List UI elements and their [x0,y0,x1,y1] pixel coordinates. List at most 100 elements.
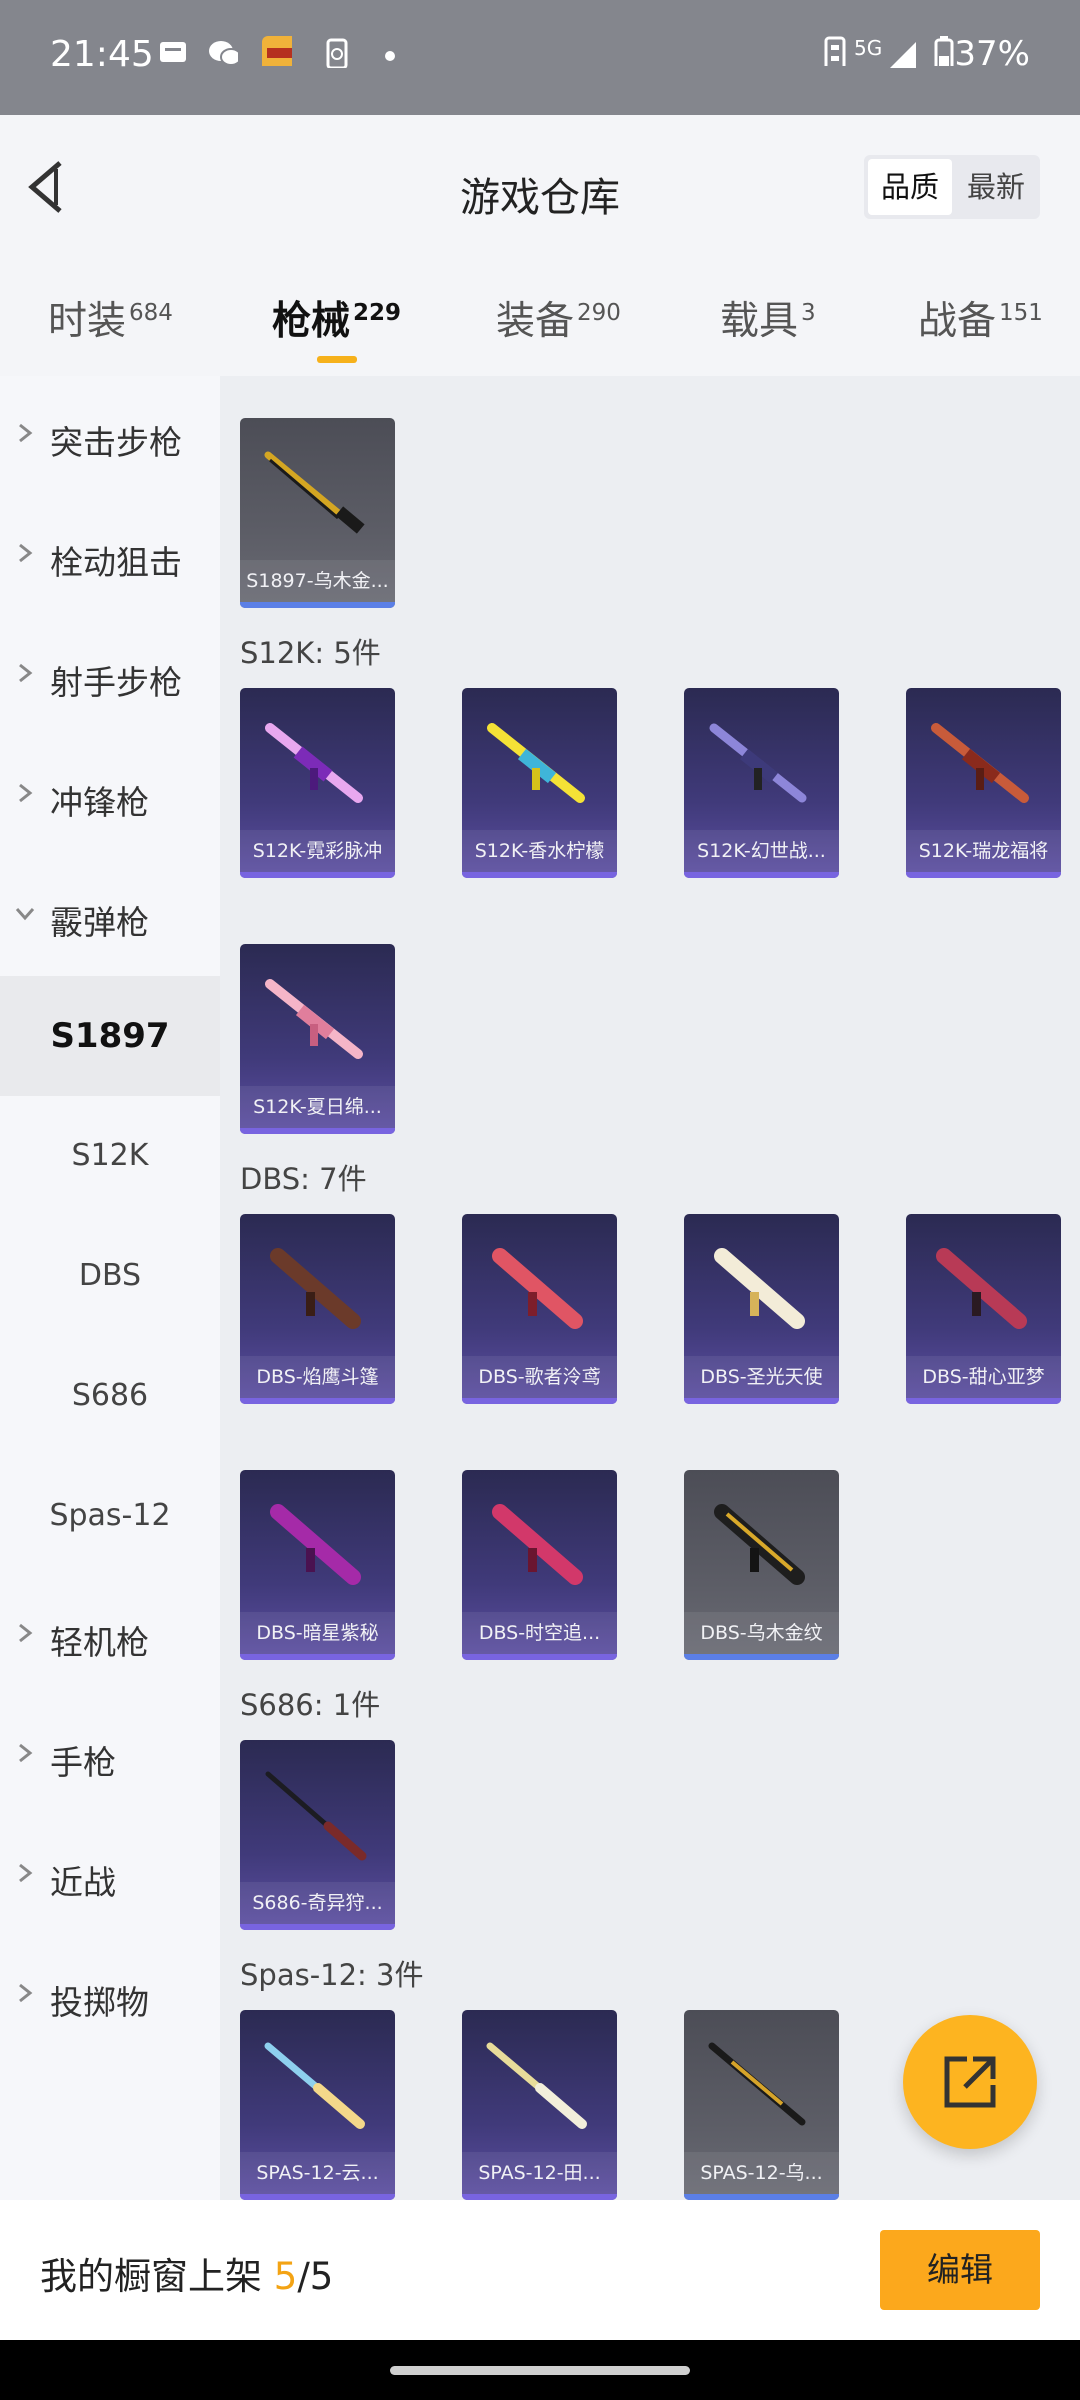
weapon-card[interactable]: SPAS-12-乌... [684,2010,839,2200]
sort-newest-button[interactable]: 最新 [954,159,1038,215]
chevron-right-icon [19,1983,33,2003]
sidebar-sub-spas12[interactable]: Spas-12 [0,1456,220,1576]
tab-guns[interactable]: 枪械 229 [272,290,402,363]
weapon-name: S12K-夏日绵... [240,1086,395,1128]
rifle-icon [487,723,585,803]
weapon-name: S12K-香水柠檬 [462,830,617,872]
weapon-card[interactable]: S1897-乌木金... [240,418,395,608]
weapon-grid: S1897-乌木金... S12K: 5件 S12K-霓彩脉冲 S12K-香水柠… [220,376,1080,2200]
sort-quality-button[interactable]: 品质 [868,159,952,215]
shotgun-icon [708,2042,806,2126]
sidebar-sub-s1897[interactable]: S1897 [0,976,220,1096]
weapon-card[interactable]: DBS-暗星紫秘 [240,1470,395,1660]
sidebar-item-pistol[interactable]: 手枪 [0,1696,220,1816]
weapon-card[interactable]: DBS-圣光天使 [684,1214,839,1404]
sidebar-item-label: 射手步枪 [50,663,182,702]
weapon-card[interactable]: S686-奇异狩... [240,1740,395,1930]
chevron-right-icon [19,1623,33,1643]
sidebar-item-throwable[interactable]: 投掷物 [0,1936,220,2056]
weapon-name: SPAS-12-云... [240,2152,395,2194]
weapon-card[interactable]: S12K-幻世战... [684,688,839,878]
group-title-s686: S686: 1件 [240,1688,381,1722]
weapon-card[interactable]: DBS-焰鹰斗篷 [240,1214,395,1404]
weapon-card[interactable]: S12K-瑞龙福将 [906,688,1061,878]
weapon-card[interactable]: DBS-甜心亚梦 [906,1214,1061,1404]
rarity-bar [462,872,617,878]
weapon-name: SPAS-12-乌... [684,2152,839,2194]
vibrate-icon [824,36,846,66]
rarity-bar [462,1654,617,1660]
sidebar-item-lmg[interactable]: 轻机枪 [0,1576,220,1696]
sidebar-sub-s12k[interactable]: S12K [0,1096,220,1216]
weapon-card[interactable]: DBS-歌者泠鸢 [462,1214,617,1404]
shotgun-icon [264,451,365,534]
rarity-bar [240,872,395,878]
weapon-card[interactable]: S12K-夏日绵... [240,944,395,1134]
group-title-dbs: DBS: 7件 [240,1162,367,1196]
sidebar-item-label: 轻机枪 [50,1623,149,1662]
tab-fashion[interactable]: 时装 684 [48,290,173,346]
shotgun-icon [264,2042,365,2129]
showcase-label: 我的橱窗上架 [40,2255,262,2298]
sidebar-item-label: 霰弹枪 [50,903,149,942]
chevron-right-icon [19,423,33,443]
shotgun-icon [486,2042,587,2129]
weapon-card[interactable]: SPAS-12-云... [240,2010,395,2200]
status-bar: 21:45 5G 37% [0,0,1080,115]
sidebar-item-marksman-rifle[interactable]: 射手步枪 [0,616,220,736]
weapon-name: S1897-乌木金... [240,560,395,602]
weapon-name: DBS-甜心亚梦 [906,1356,1061,1398]
weapon-name: DBS-歌者泠鸢 [462,1356,617,1398]
header: 游戏仓库 品质 最新 [0,115,1080,260]
tab-label: 战备 [918,299,997,344]
tab-count: 3 [801,300,816,326]
sidebar-item-label: 冲锋枪 [50,783,149,822]
weapon-card[interactable]: S12K-霓彩脉冲 [240,688,395,878]
tab-active-indicator [317,356,357,363]
sidebar-item-label: 栓动狙击 [50,543,182,582]
sidebar-item-shotgun[interactable]: 霰弹枪 [0,856,220,976]
edit-button[interactable]: 编辑 [880,2230,1040,2310]
message-icon [160,42,186,62]
rarity-bar [462,1398,617,1404]
tab-supplies[interactable]: 战备 151 [918,290,1043,346]
shotgun-icon [714,1248,805,1329]
showcase-total: /5 [297,2255,334,2298]
weapon-card[interactable]: S12K-香水柠檬 [462,688,617,878]
home-gesture-handle[interactable] [390,2366,690,2375]
shotgun-icon [492,1504,583,1585]
tab-vehicles[interactable]: 载具 3 [720,290,816,346]
tab-equipment[interactable]: 装备 290 [496,290,621,346]
share-button[interactable] [903,2015,1037,2149]
sidebar-item-bolt-sniper[interactable]: 栓动狙击 [0,496,220,616]
tab-count: 229 [353,300,402,326]
rarity-bar [906,872,1061,878]
sidebar-item-smg[interactable]: 冲锋枪 [0,736,220,856]
weapon-category-sidebar: 突击步枪 栓动狙击 射手步枪 冲锋枪 霰弹枪 S1897 S12K DBS S6… [0,376,220,2200]
group-title-s12k: S12K: 5件 [240,636,381,670]
tab-label: 枪械 [272,299,351,344]
rifle-icon [265,979,363,1059]
sidebar-item-label: 投掷物 [50,1983,149,2022]
sidebar-sub-s686[interactable]: S686 [0,1336,220,1456]
wechat-icon [209,41,238,66]
weapon-name: SPAS-12-田... [462,2152,617,2194]
rifle-icon [931,723,1029,803]
weapon-name: S12K-瑞龙福将 [906,830,1061,872]
weapon-card[interactable]: DBS-时空追... [462,1470,617,1660]
sidebar-item-melee[interactable]: 近战 [0,1816,220,1936]
showcase-count: 我的橱窗上架 5/5 [40,2246,333,2300]
sidebar-item-assault-rifle[interactable]: 突击步枪 [0,376,220,496]
sidebar-sub-dbs[interactable]: DBS [0,1216,220,1336]
tab-label: 时装 [48,299,127,344]
weapon-card[interactable]: SPAS-12-田... [462,2010,617,2200]
showcase-footer: 我的橱窗上架 5/5 编辑 [0,2200,1080,2340]
sidebar-item-label: 近战 [50,1863,116,1902]
weapon-card[interactable]: DBS-乌木金纹 [684,1470,839,1660]
game-app-icon [262,36,292,66]
category-tabs: 时装 684 枪械 229 装备 290 载具 3 战备 151 [0,260,1080,376]
tab-count: 684 [129,300,173,326]
signal-icon [890,42,916,68]
showcase-current: 5 [273,2255,298,2298]
rarity-bar [240,602,395,608]
